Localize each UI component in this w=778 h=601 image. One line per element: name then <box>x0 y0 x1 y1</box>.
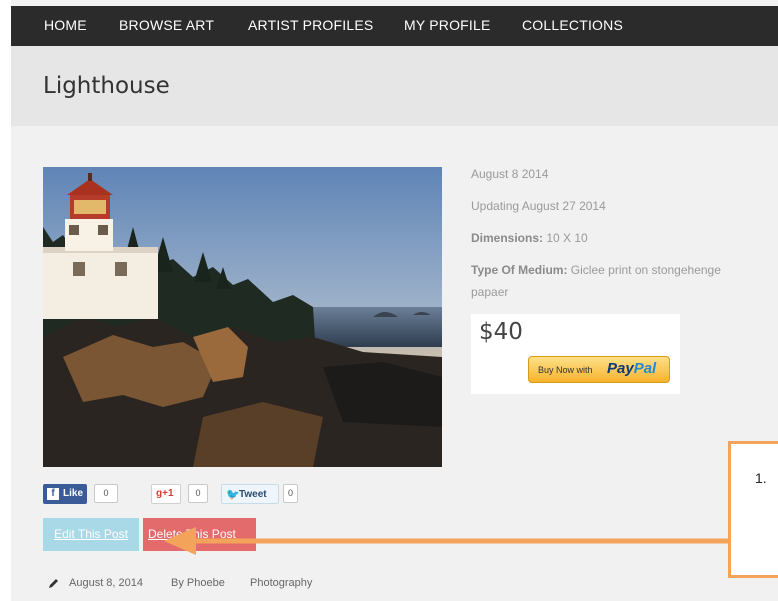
lighthouse-photo <box>43 167 442 467</box>
like-label: Like <box>63 488 84 499</box>
paypal-buy-button[interactable]: Buy Now with PayPal <box>528 356 670 383</box>
nav-artist-profiles[interactable]: ARTIST PROFILES <box>248 17 373 33</box>
dimensions-label: Dimensions: <box>471 231 544 245</box>
medium: Type Of Medium: Giclee print on stongehe… <box>471 263 721 277</box>
delete-post-button[interactable]: Delete This Post <box>143 518 256 551</box>
post-author: By Phoebe <box>171 577 225 589</box>
page-container: HOME BROWSE ART ARTIST PROFILES MY PROFI… <box>11 0 778 601</box>
like-count: 0 <box>94 484 118 503</box>
facebook-like-button[interactable]: f Like <box>43 484 87 504</box>
nav-collections[interactable]: COLLECTIONS <box>522 17 623 33</box>
tweet-count: 0 <box>283 484 298 503</box>
page-title: Lighthouse <box>43 73 170 99</box>
dimensions: Dimensions: 10 X 10 <box>471 231 588 245</box>
title-bar: Lighthouse <box>11 46 778 126</box>
annotation-callout: 1. <box>728 441 778 578</box>
buy-label: Buy Now with <box>538 365 593 375</box>
callout-number: 1. <box>755 470 767 486</box>
post-date: August 8, 2014 <box>69 577 144 589</box>
google-plus-icon: g+1 <box>156 488 174 499</box>
posted-date: August 8 2014 <box>471 167 549 181</box>
artwork-image[interactable] <box>43 167 442 467</box>
google-plus-button[interactable]: g+1 <box>151 484 181 504</box>
pencil-icon <box>49 579 58 588</box>
twitter-bird-icon: 🐦 <box>226 489 240 501</box>
post-category[interactable]: Photography <box>250 577 312 589</box>
main-nav: HOME BROWSE ART ARTIST PROFILES MY PROFI… <box>11 6 778 46</box>
medium-value-cont: papaer <box>471 285 509 299</box>
edit-post-button[interactable]: Edit This Post <box>43 518 139 551</box>
medium-label: Type Of Medium: <box>471 263 568 277</box>
medium-value: Giclee print on stongehenge <box>570 263 721 277</box>
nav-home[interactable]: HOME <box>44 17 87 33</box>
updated-date: Updating August 27 2014 <box>471 199 606 213</box>
nav-browse-art[interactable]: BROWSE ART <box>119 17 214 33</box>
dimensions-value: 10 X 10 <box>546 231 588 245</box>
facebook-icon: f <box>47 488 59 500</box>
price: $40 <box>479 319 523 345</box>
buy-box: $40 Buy Now with PayPal <box>471 314 680 394</box>
tweet-button[interactable]: 🐦 Tweet <box>221 484 279 504</box>
gplus-count: 0 <box>188 484 208 503</box>
tweet-label: Tweet <box>239 489 267 500</box>
paypal-logo: PayPal <box>607 360 657 377</box>
nav-my-profile[interactable]: MY PROFILE <box>404 17 491 33</box>
